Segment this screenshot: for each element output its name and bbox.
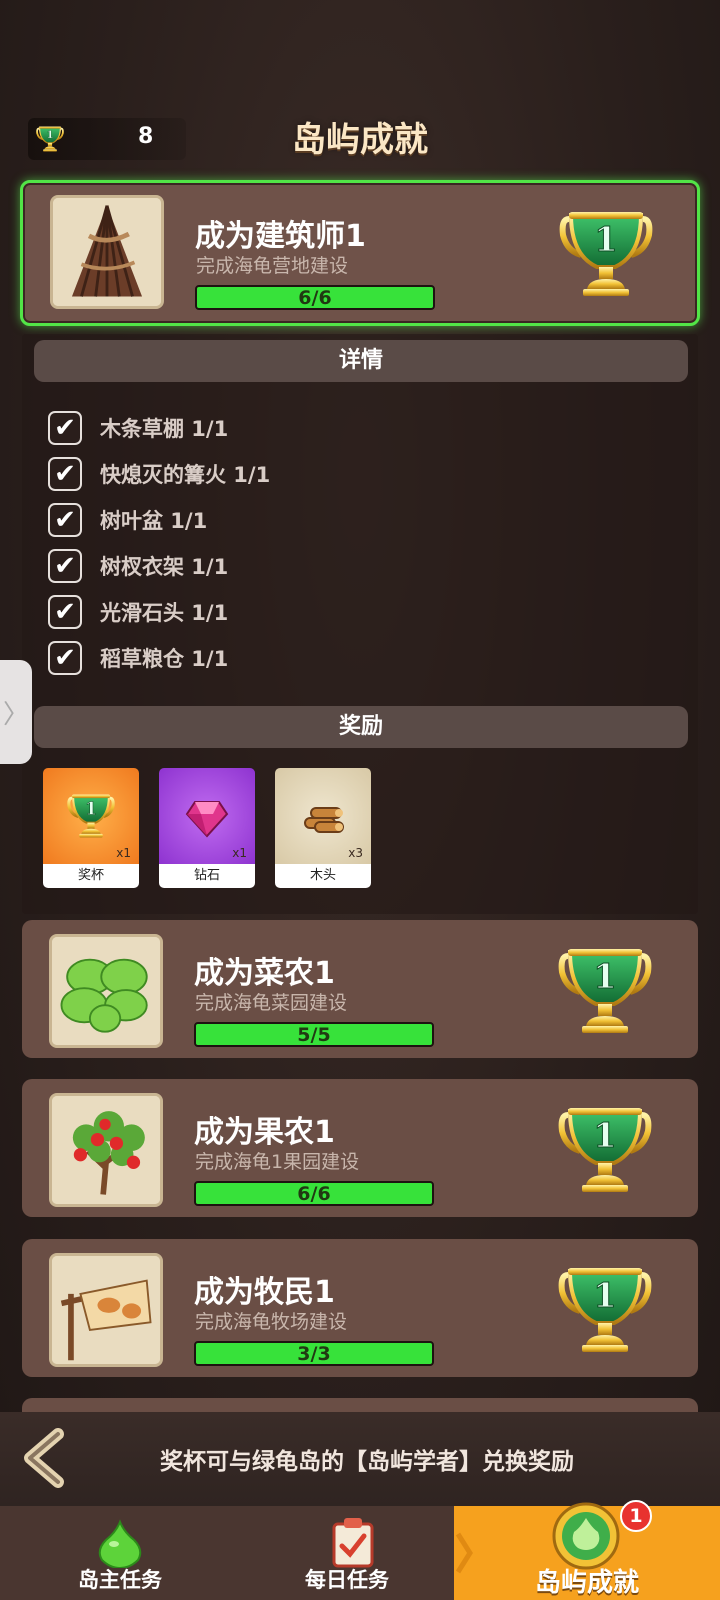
trophy-icon: [558, 946, 652, 1036]
nav-label: 每日任务: [305, 1568, 389, 1592]
clipboard-check-icon: [332, 1518, 374, 1568]
progress-text: 6/6: [297, 1183, 331, 1205]
hide-rack-icon: [49, 1253, 163, 1367]
trophy-icon: [558, 1265, 652, 1355]
achievement-name: 成为建筑师1: [195, 219, 366, 254]
progress-text: 3/3: [297, 1343, 331, 1365]
trophy-icon: [67, 792, 115, 840]
reward-item-diamond[interactable]: x1 钻石: [159, 768, 255, 888]
checkbox-checked-icon: ✔: [48, 549, 82, 583]
achievement-desc: 完成海龟营地建设: [196, 255, 349, 277]
task-label: 树杈衣架 1/1: [100, 555, 229, 579]
checkbox-checked-icon: ✔: [48, 595, 82, 629]
task-item: ✔ 光滑石头 1/1: [48, 594, 228, 630]
reward-qty: x1: [116, 846, 131, 860]
reward-name: 奖杯: [43, 864, 139, 888]
fruit-tree-icon: [49, 1093, 163, 1207]
task-label: 快熄灭的篝火 1/1: [100, 463, 271, 487]
notification-badge: 1: [620, 1500, 652, 1532]
reward-name: 钻石: [159, 864, 255, 888]
achievement-card-fruit-farmer[interactable]: 成为果农1 完成海龟1果园建设 6/6: [22, 1079, 698, 1217]
achievement-desc: 完成海龟牧场建设: [195, 1311, 348, 1333]
achievement-card-architect[interactable]: 成为建筑师1 完成海龟营地建设 6/6: [20, 180, 700, 326]
leaf-plant-icon: [49, 934, 163, 1048]
reward-qty: x3: [348, 846, 363, 860]
task-label: 光滑石头 1/1: [100, 601, 229, 625]
info-text: 奖杯可与绿龟岛的【岛屿学者】兑换奖励: [160, 1449, 574, 1475]
achievement-name: 成为菜农1: [194, 956, 335, 991]
achievement-desc: 完成海龟菜园建设: [195, 992, 348, 1014]
progress-bar: 3/3: [194, 1341, 434, 1366]
info-bar: 奖杯可与绿龟岛的【岛屿学者】兑换奖励: [0, 1412, 720, 1506]
achievement-desc: 完成海龟1果园建设: [195, 1151, 360, 1173]
progress-bar: 6/6: [195, 285, 435, 310]
task-item: ✔ 树杈衣架 1/1: [48, 548, 228, 584]
reward-qty: x1: [232, 846, 247, 860]
task-item: ✔ 木条草棚 1/1: [48, 410, 228, 446]
side-drawer-handle[interactable]: 〉: [0, 660, 32, 764]
task-item: ✔ 稻草粮仓 1/1: [48, 640, 228, 676]
nav-label: 岛主任务: [78, 1568, 162, 1592]
achievement-badge-icon: [552, 1502, 620, 1570]
progress-text: 5/5: [297, 1024, 331, 1046]
task-label: 稻草粮仓 1/1: [100, 647, 229, 671]
bottom-nav: 岛主任务 每日任务 1 岛屿成就: [0, 1500, 720, 1600]
task-item: ✔ 快熄灭的篝火 1/1: [48, 456, 270, 492]
checkbox-checked-icon: ✔: [48, 503, 82, 537]
tab-daily-tasks[interactable]: 每日任务: [240, 1506, 454, 1600]
wood-logs-icon: [304, 807, 344, 833]
reward-name: 木头: [275, 864, 371, 888]
progress-text: 6/6: [298, 287, 332, 309]
chevron-right-icon: 〉: [2, 699, 29, 730]
checkbox-checked-icon: ✔: [48, 411, 82, 445]
achievement-card-herder[interactable]: 成为牧民1 完成海龟牧场建设 3/3: [22, 1239, 698, 1377]
details-header: 详情: [34, 340, 688, 382]
progress-bar: 6/6: [194, 1181, 434, 1206]
hut-icon: [50, 195, 164, 309]
checkbox-checked-icon: ✔: [48, 641, 82, 675]
tab-island-owner-tasks[interactable]: 岛主任务: [0, 1506, 240, 1600]
task-item: ✔ 树叶盆 1/1: [48, 502, 207, 538]
achievement-name: 成为牧民1: [194, 1275, 335, 1310]
green-slime-icon: [98, 1519, 142, 1568]
task-label: 树叶盆 1/1: [100, 509, 208, 533]
trophy-icon: [558, 1105, 652, 1195]
checkbox-checked-icon: ✔: [48, 457, 82, 491]
achievement-card-vegetable-farmer[interactable]: 成为菜农1 完成海龟菜园建设 5/5: [22, 920, 698, 1058]
page-title: 岛屿成就: [292, 120, 428, 160]
tab-island-achievements[interactable]: 1 岛屿成就: [454, 1500, 720, 1600]
progress-bar: 5/5: [194, 1022, 434, 1047]
reward-item-wood[interactable]: x3 木头: [275, 768, 371, 888]
reward-item-trophy[interactable]: x1 奖杯: [43, 768, 139, 888]
task-label: 木条草棚 1/1: [100, 417, 229, 441]
trophy-icon: [559, 209, 653, 299]
rewards-header: 奖励: [34, 706, 688, 748]
diamond-icon: [185, 801, 229, 838]
achievement-name: 成为果农1: [194, 1115, 335, 1150]
nav-label: 岛屿成就: [534, 1568, 639, 1598]
